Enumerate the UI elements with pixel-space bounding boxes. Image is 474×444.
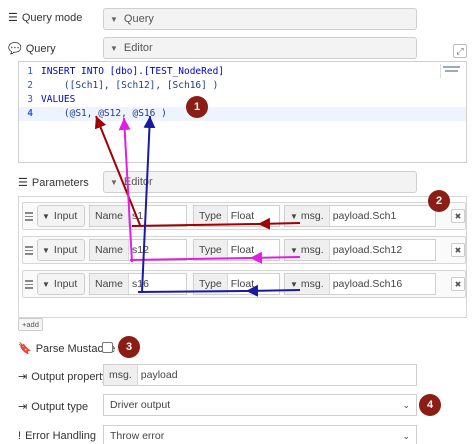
arrow-red-to-s1 — [94, 115, 141, 226]
arrow-blue-to-s16 — [141, 115, 156, 293]
arrow-magenta-row — [129, 257, 251, 261]
arrow-magenta-value — [249, 251, 301, 264]
annotation-arrows — [94, 115, 301, 297]
arrow-red-value — [257, 217, 301, 230]
arrow-blue-row — [137, 290, 247, 293]
arrow-blue-value — [245, 284, 301, 297]
arrow-red-row — [131, 223, 259, 227]
